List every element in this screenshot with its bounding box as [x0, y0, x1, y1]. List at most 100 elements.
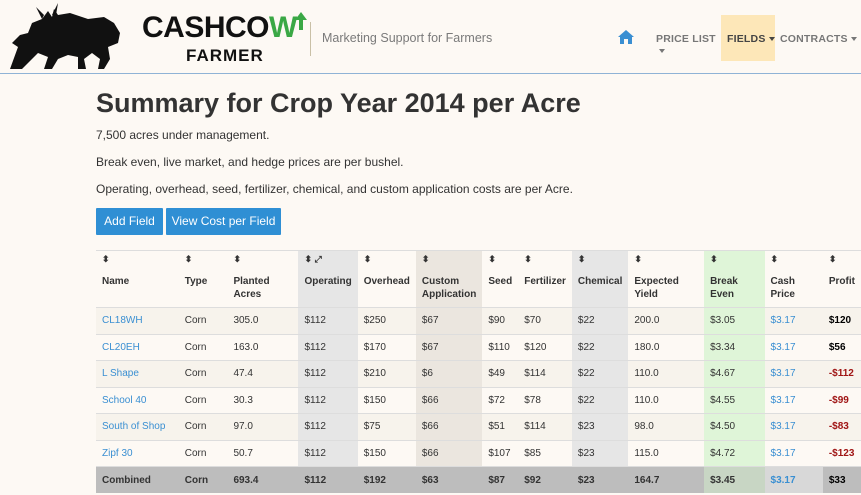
cell-seed: $72 [482, 386, 519, 414]
sort-icon[interactable]: ⬍ [524, 251, 566, 265]
home-icon[interactable] [618, 30, 634, 44]
cell-chemical: $23 [571, 413, 629, 440]
cell-cash-price[interactable]: $3.17 [764, 466, 823, 493]
col-profit[interactable]: ⬍ Profit [822, 250, 861, 308]
col-cash-price[interactable]: ⬍ Cash Price [764, 250, 823, 308]
table-row-combined: Combined Corn 693.4 $112 $192 $63 $87 $92 $23 164… [96, 466, 861, 493]
cell-name[interactable]: Zipf 30 [96, 439, 179, 467]
nav-contracts-label: CONTRACTS [780, 33, 848, 45]
brand-subtitle: FARMER [186, 46, 264, 65]
cell-type: Corn [178, 333, 228, 361]
nav-price-list[interactable]: PRICE LIST [648, 15, 721, 61]
cell-name[interactable]: CL20EH [96, 333, 179, 361]
sort-icon[interactable]: ⬍ [634, 251, 698, 265]
sort-icon[interactable]: ⬍ [771, 251, 817, 265]
cell-seed: $49 [482, 360, 519, 387]
col-seed[interactable]: ⬍ Seed [482, 250, 519, 308]
col-overhead[interactable]: ⬍ Overhead [357, 250, 416, 308]
page-title: Summary for Crop Year 2014 per Acre [96, 88, 581, 118]
col-seed-label: Seed [488, 276, 513, 287]
cell-custom-application: $67 [415, 307, 483, 334]
cell-cash-price[interactable]: $3.17 [764, 386, 823, 414]
cell-break-even: $4.55 [704, 386, 765, 414]
col-name-label: Name [102, 276, 130, 287]
col-expected-yield[interactable]: ⬍ Expected Yield [628, 250, 705, 308]
cell-type: Corn [178, 360, 228, 387]
col-name[interactable]: ⬍ Name [96, 250, 179, 308]
cell-profit: $33 [822, 466, 861, 493]
nav-fields[interactable]: FIELDS [721, 15, 775, 61]
cell-fertilizer: $92 [518, 466, 572, 493]
col-planted-acres[interactable]: ⬍ Planted Acres [227, 250, 299, 308]
chevron-down-icon [659, 49, 665, 54]
sort-icon[interactable]: ⬍ [488, 251, 512, 265]
cell-profit: -$112 [822, 360, 861, 387]
sort-icon[interactable]: ⬍ [185, 251, 222, 265]
cell-operating: $112 [298, 386, 358, 414]
cell-cash-price[interactable]: $3.17 [764, 413, 823, 440]
cell-overhead: $170 [357, 333, 416, 361]
tagline: Marketing Support for Farmers [322, 31, 493, 45]
cell-type: Corn [178, 466, 228, 493]
col-fertilizer-label: Fertilizer [524, 276, 566, 287]
cell-chemical: $22 [571, 307, 629, 334]
cell-break-even: $4.50 [704, 413, 765, 440]
bull-logo-icon[interactable] [8, 3, 126, 71]
cell-operating: $112 [298, 466, 358, 493]
price-note: Break even, live market, and hedge price… [96, 155, 404, 169]
chevron-down-icon [850, 37, 857, 42]
cell-overhead: $250 [357, 307, 416, 334]
add-field-button[interactable]: Add Field [96, 208, 163, 235]
brand-divider [310, 22, 311, 56]
view-cost-per-field-button[interactable]: View Cost per Field [166, 208, 281, 235]
col-chemical[interactable]: ⬍ Chemical [571, 250, 629, 308]
cell-cash-price[interactable]: $3.17 [764, 333, 823, 361]
cell-name[interactable]: South of Shop [96, 413, 179, 440]
cell-expected-yield: 180.0 [628, 333, 705, 361]
sort-icon[interactable]: ⬍ [102, 251, 173, 265]
col-custom-application[interactable]: ⬍ Custom Application [415, 250, 483, 308]
brand-name-prefix: CASHCO [142, 11, 270, 44]
nav-contracts[interactable]: CONTRACTS [775, 15, 857, 61]
sort-icon[interactable]: ⬍ [233, 251, 292, 265]
brand[interactable]: CASHCO W FARMER [142, 11, 307, 65]
cell-seed: $90 [482, 307, 519, 334]
col-overhead-label: Overhead [363, 276, 410, 287]
cell-overhead: $75 [357, 413, 416, 440]
col-break-even[interactable]: ⬍ Break Even [704, 250, 765, 308]
cell-planted-acres: 693.4 [227, 466, 299, 493]
sort-icon[interactable]: ⬍ ⤢ [304, 251, 351, 265]
cell-planted-acres: 305.0 [227, 307, 299, 334]
cell-seed: $107 [482, 439, 519, 467]
col-type[interactable]: ⬍ Type [178, 250, 228, 308]
sort-icon[interactable]: ⬍ [364, 251, 410, 265]
cell-cash-price[interactable]: $3.17 [764, 439, 823, 467]
cell-cash-price[interactable]: $3.17 [764, 307, 823, 334]
cell-name[interactable]: CL18WH [96, 307, 179, 334]
col-fertilizer[interactable]: ⬍ Fertilizer [518, 250, 572, 308]
sort-icon[interactable]: ⬍ [829, 251, 855, 265]
sort-icon[interactable]: ⬍ [710, 251, 758, 265]
cell-seed: $51 [482, 413, 519, 440]
cell-break-even: $4.72 [704, 439, 765, 467]
cell-custom-application: $6 [415, 360, 483, 387]
cell-cash-price[interactable]: $3.17 [764, 360, 823, 387]
col-operating[interactable]: ⬍ ⤢ Operating [298, 250, 358, 308]
sort-icon[interactable]: ⬍ [422, 251, 476, 265]
cell-name[interactable]: L Shape [96, 360, 179, 387]
expand-icon[interactable]: ⤢ [315, 254, 322, 264]
cell-fertilizer: $114 [518, 360, 572, 387]
cell-planted-acres: 47.4 [227, 360, 299, 387]
cell-custom-application: $66 [415, 413, 483, 440]
col-operating-label: Operating [304, 276, 352, 287]
col-custom-label-line2: Application [421, 289, 477, 300]
cell-expected-yield: 98.0 [628, 413, 705, 440]
col-cash-price-label: Cash Price [770, 276, 795, 300]
table-header-row: ⬍ Name ⬍ Type ⬍ Planted Acres ⬍ ⤢ Operating … [96, 250, 861, 308]
cell-fertilizer: $70 [518, 307, 572, 334]
cell-name[interactable]: School 40 [96, 386, 179, 414]
sort-icon[interactable]: ⬍ [578, 251, 622, 265]
cell-type: Corn [178, 307, 228, 334]
cell-planted-acres: 50.7 [227, 439, 299, 467]
cell-profit: -$83 [822, 413, 861, 440]
